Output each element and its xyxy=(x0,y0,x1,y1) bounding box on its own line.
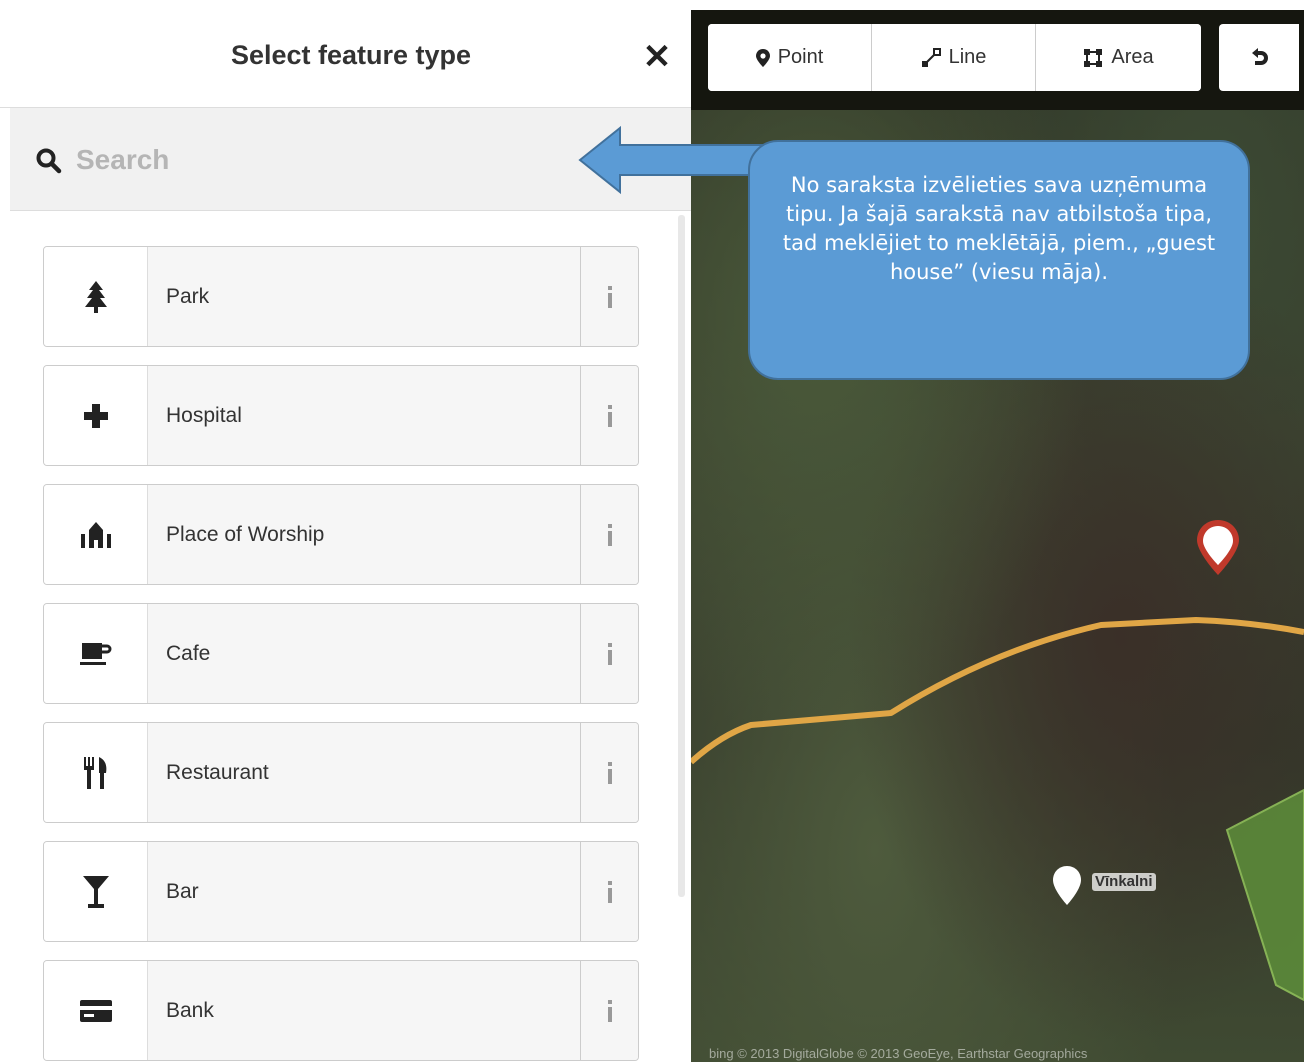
instruction-callout: No saraksta izvēlieties sava uzņēmuma ti… xyxy=(748,140,1250,380)
worship-icon xyxy=(80,521,111,548)
info-icon xyxy=(607,642,612,665)
preset-label: Bar xyxy=(166,879,199,903)
preset-label: Park xyxy=(166,284,210,308)
line-icon xyxy=(921,47,941,67)
info-button[interactable] xyxy=(580,961,638,1060)
info-button[interactable] xyxy=(580,842,638,941)
search-icon xyxy=(36,148,62,174)
preset-label: Bank xyxy=(166,998,214,1022)
cup-icon xyxy=(79,642,111,665)
info-button[interactable] xyxy=(580,485,638,584)
preset-item-bar[interactable]: Bar xyxy=(43,841,639,942)
line-label: Line xyxy=(948,46,987,68)
place-label: Vīnkalni xyxy=(1092,873,1156,891)
preset-item-bank[interactable]: Bank xyxy=(43,960,639,1061)
cocktail-icon xyxy=(82,875,109,908)
preset-item-restaurant[interactable]: Restaurant xyxy=(43,722,639,823)
preset-item-place-of-worship[interactable]: Place of Worship xyxy=(43,484,639,585)
preset-label: Place of Worship xyxy=(166,522,325,546)
info-icon xyxy=(607,761,612,784)
info-button[interactable] xyxy=(580,723,638,822)
panel-title: Select feature type xyxy=(230,40,472,70)
area-button[interactable]: Area xyxy=(1036,24,1201,91)
line-button[interactable]: Line xyxy=(872,24,1036,91)
info-button[interactable] xyxy=(580,247,638,346)
info-icon xyxy=(607,523,612,546)
preset-label: Cafe xyxy=(166,641,211,665)
info-icon xyxy=(607,285,612,308)
point-label: Point xyxy=(777,46,824,68)
point-button[interactable]: Point xyxy=(708,24,872,91)
area-label: Area xyxy=(1111,46,1154,68)
callout-text: No saraksta izvēlieties sava uzņēmuma ti… xyxy=(782,173,1216,284)
undo-icon xyxy=(1252,47,1268,65)
draw-toolbar: Point Line Area xyxy=(708,24,1201,91)
fork-knife-icon xyxy=(83,756,106,789)
cross-icon xyxy=(83,403,108,428)
preset-item-cafe[interactable]: Cafe xyxy=(43,603,639,704)
point-icon xyxy=(755,48,770,67)
info-button[interactable] xyxy=(580,366,638,465)
info-icon xyxy=(607,404,612,427)
search-input[interactable] xyxy=(76,136,636,184)
info-icon xyxy=(607,880,612,903)
preset-item-hospital[interactable]: Hospital xyxy=(43,365,639,466)
road-line xyxy=(691,617,1304,765)
preset-label: Hospital xyxy=(166,403,242,427)
panel-header: Select feature type ✕ xyxy=(0,0,691,108)
map-attribution[interactable]: bing © 2013 DigitalGlobe © 2013 GeoEye, … xyxy=(709,1046,1087,1061)
card-icon xyxy=(79,999,112,1022)
undo-button[interactable] xyxy=(1219,24,1299,91)
preset-label: Restaurant xyxy=(166,760,269,784)
close-button[interactable]: ✕ xyxy=(638,38,676,76)
place-pin-icon xyxy=(1053,866,1081,905)
info-icon xyxy=(607,999,612,1022)
area-icon xyxy=(1084,48,1103,67)
tree-icon xyxy=(84,280,107,313)
selected-pin-icon xyxy=(1197,520,1239,575)
scrollbar[interactable] xyxy=(678,215,685,897)
preset-item-park[interactable]: Park xyxy=(43,246,639,347)
area-polygon xyxy=(1225,788,1304,1002)
info-button[interactable] xyxy=(580,604,638,703)
preset-list: Park Hospital Place of Worship Cafe Rest… xyxy=(43,246,639,1062)
close-icon: ✕ xyxy=(642,38,672,76)
